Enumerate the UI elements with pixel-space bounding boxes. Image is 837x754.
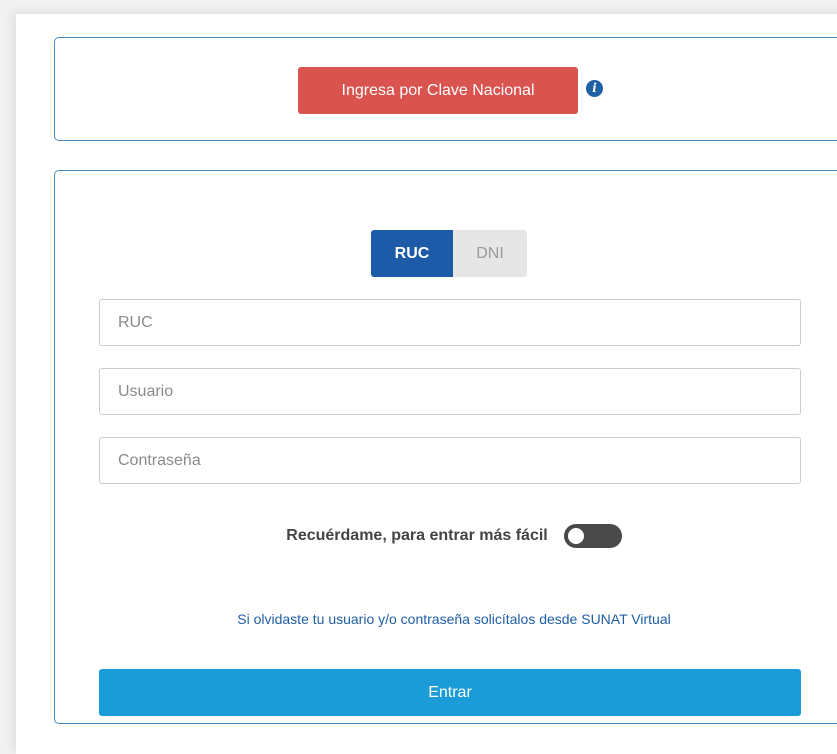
clave-nacional-panel: Ingresa por Clave Nacional i bbox=[54, 37, 837, 141]
tab-dni[interactable]: DNI bbox=[453, 230, 527, 277]
usuario-input[interactable] bbox=[99, 368, 801, 415]
toggle-knob bbox=[567, 528, 584, 544]
login-panel: RUC DNI Recuérdame, para entrar más fáci… bbox=[54, 170, 837, 724]
remember-me-label: Recuérdame, para entrar más fácil bbox=[286, 527, 548, 544]
remember-me-row: Recuérdame, para entrar más fácil bbox=[55, 523, 837, 549]
clave-nacional-button[interactable]: Ingresa por Clave Nacional bbox=[298, 67, 578, 114]
page: Ingresa por Clave Nacional i RUC DNI Rec… bbox=[16, 14, 837, 754]
login-type-tabs: RUC DNI bbox=[371, 230, 527, 277]
password-input[interactable] bbox=[99, 437, 801, 484]
ruc-input[interactable] bbox=[99, 299, 801, 346]
entrar-button[interactable]: Entrar bbox=[99, 669, 801, 716]
info-icon[interactable]: i bbox=[586, 80, 603, 97]
tab-ruc[interactable]: RUC bbox=[371, 230, 453, 277]
remember-me-toggle[interactable] bbox=[563, 524, 622, 548]
forgot-credentials-link[interactable]: Si olvidaste tu usuario y/o contraseña s… bbox=[55, 611, 837, 627]
